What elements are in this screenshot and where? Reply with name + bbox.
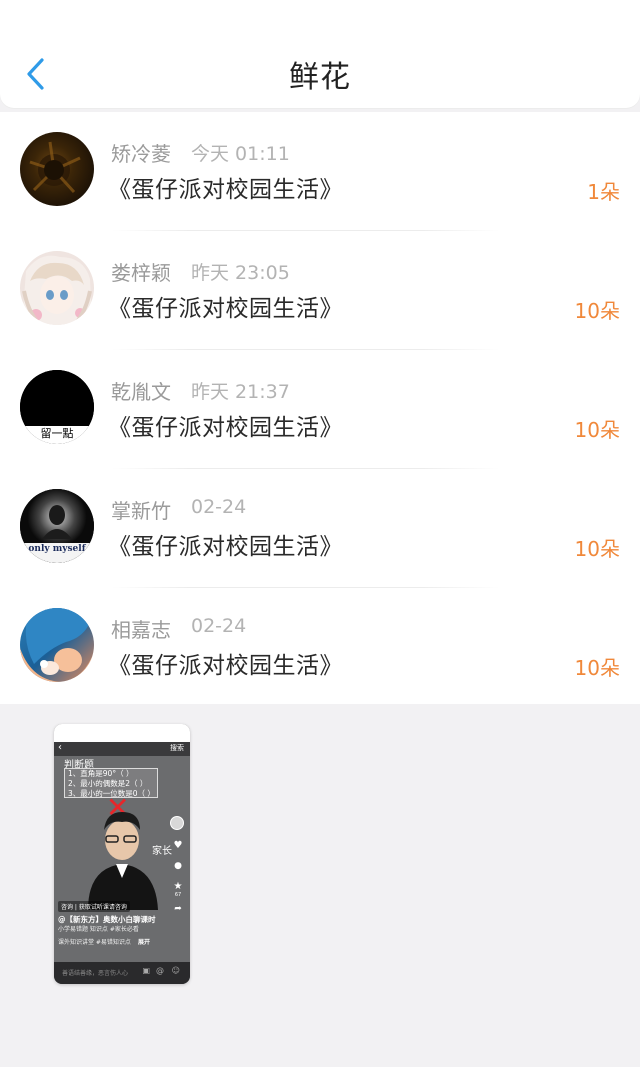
- sender-name: 矫冷菱: [111, 142, 171, 166]
- page: 鲜花 矫冷菱 今天 01:11 《蛋仔派对校园生活》 1朵 娄梓颖 昨天 23:…: [0, 0, 640, 1067]
- avatar[interactable]: only myself: [20, 489, 94, 563]
- quiz-line: 1、直角是90°（ ）: [68, 769, 134, 778]
- emoji-icon[interactable]: ☺: [172, 966, 180, 975]
- comment-input[interactable]: 善语结善缘，恶言伤人心: [62, 968, 128, 977]
- author-avatar[interactable]: [170, 816, 184, 830]
- subcaption-row: 课外知识讲堂 #易错知识点 展开: [58, 934, 176, 947]
- expand-link[interactable]: 展开: [138, 939, 150, 946]
- flower-count: 10朵: [574, 299, 620, 323]
- sender-name: 娄梓颖: [111, 261, 171, 285]
- flower-count: 10朵: [574, 656, 620, 680]
- avatar[interactable]: [20, 608, 94, 682]
- list-item[interactable]: only myself 掌新竹 02-24 《蛋仔派对校园生活》 10朵: [0, 469, 640, 588]
- avatar-text: only myself: [28, 544, 86, 554]
- book-title[interactable]: 《蛋仔派对校园生活》: [108, 408, 343, 442]
- heart-icon[interactable]: ♥: [170, 840, 186, 851]
- book-title[interactable]: 《蛋仔派对校园生活》: [108, 646, 343, 680]
- list-item[interactable]: 留一點 乾胤文 昨天 21:37 《蛋仔派对校园生活》 10朵: [0, 350, 640, 469]
- video-subcaption: 小学易错题 知识点 #家长必看: [58, 926, 139, 933]
- book-title[interactable]: 《蛋仔派对校园生活》: [108, 170, 343, 204]
- avatar-fill: [20, 370, 94, 426]
- timestamp: 02-24: [191, 496, 247, 518]
- avatar-text: 留一點: [40, 427, 74, 440]
- book-title[interactable]: 《蛋仔派对校园生活》: [108, 289, 343, 323]
- thumbnail-top-strip: [54, 724, 190, 742]
- avatar[interactable]: [20, 132, 94, 206]
- sender-name: 掌新竹: [111, 499, 171, 523]
- ad-banner[interactable]: 咨询 | 获取试听课请咨询: [58, 901, 130, 912]
- timestamp: 昨天 21:37: [191, 381, 290, 403]
- top-bar: 鲜花: [0, 0, 640, 108]
- back-icon[interactable]: ‹: [58, 742, 62, 753]
- book-title[interactable]: 《蛋仔派对校园生活》: [108, 527, 343, 561]
- flower-count: 1朵: [587, 180, 620, 204]
- caption-area: 咨询 | 获取试听课请咨询 @【新东方】奥数小白聊课时 小学易错题 知识点 #家…: [58, 894, 176, 947]
- image-icon[interactable]: ▣: [142, 966, 150, 975]
- sender-name: 相嘉志: [111, 618, 171, 642]
- list-item[interactable]: 矫冷菱 今天 01:11 《蛋仔派对校园生活》 1朵: [0, 112, 640, 231]
- timestamp: 今天 01:11: [191, 143, 290, 165]
- video-thumbnail[interactable]: ‹ 搜索 判断题 1、直角是90°（ ） 2、最小的偶数是2（ ） 3、最小的一…: [54, 724, 190, 984]
- flower-count: 10朵: [574, 537, 620, 561]
- comment-bar: 善语结善缘，恶言伤人心 ▣ @ ☺: [54, 962, 190, 984]
- at-icon[interactable]: @: [156, 966, 164, 975]
- flower-list: 矫冷菱 今天 01:11 《蛋仔派对校园生活》 1朵 娄梓颖 昨天 23:05 …: [0, 112, 640, 704]
- sender-name: 乾胤文: [111, 380, 171, 404]
- comment-icon[interactable]: ●: [170, 861, 186, 871]
- timestamp: 昨天 23:05: [191, 262, 290, 284]
- video-subcaption-2: 课外知识讲堂 #易错知识点: [58, 939, 131, 946]
- video-caption[interactable]: @【新东方】奥数小白聊课时: [58, 915, 176, 925]
- star-icon[interactable]: ★: [170, 881, 186, 892]
- list-item[interactable]: 娄梓颖 昨天 23:05 《蛋仔派对校园生活》 10朵: [0, 231, 640, 350]
- page-title: 鲜花: [289, 60, 351, 95]
- quiz-line: 2、最小的偶数是2（ ）: [68, 779, 148, 788]
- timestamp: 02-24: [191, 615, 247, 637]
- search-button[interactable]: 搜索: [170, 743, 184, 753]
- avatar[interactable]: 留一點: [20, 370, 94, 444]
- thumbnail-topbar: ‹ 搜索: [54, 742, 190, 756]
- list-item[interactable]: 相嘉志 02-24 《蛋仔派对校园生活》 10朵: [0, 588, 640, 707]
- avatar[interactable]: [20, 251, 94, 325]
- flower-count: 10朵: [574, 418, 620, 442]
- side-label: 家长: [152, 846, 172, 857]
